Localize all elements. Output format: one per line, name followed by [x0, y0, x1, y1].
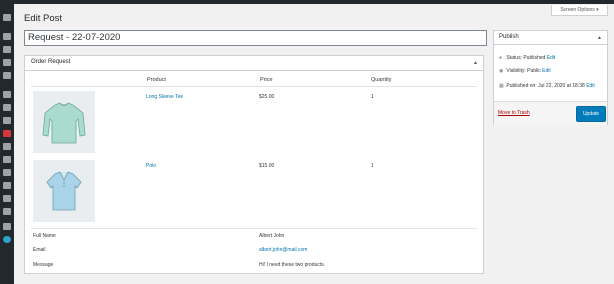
column-quantity: Quantity	[371, 77, 392, 83]
woo-icon[interactable]	[3, 91, 11, 98]
pin-icon: ●	[499, 55, 503, 61]
detail-label-email: Email	[33, 247, 46, 253]
analytics-icon[interactable]	[3, 117, 11, 124]
toggle-arrow-icon[interactable]: ▲	[473, 60, 478, 66]
admin-bar	[0, 0, 614, 4]
collapse-icon[interactable]	[3, 236, 11, 243]
status-label: Status: Published	[506, 55, 546, 61]
post-title-input[interactable]: Request - 22-07-2020	[24, 30, 487, 46]
status-row: ● Status: Published Edit	[499, 55, 555, 61]
price-polo: $15.00	[259, 163, 275, 169]
column-product: Product	[147, 77, 166, 83]
visibility-row: ◉ Visibility: Public Edit	[499, 68, 551, 74]
column-price: Price	[260, 77, 273, 83]
pages-icon[interactable]	[3, 59, 11, 66]
eye-icon: ◉	[499, 68, 504, 74]
polo-shirt-image	[33, 160, 95, 222]
marketing-icon[interactable]	[3, 143, 11, 150]
screen-options-button[interactable]: Screen Options ▾	[551, 5, 608, 16]
publish-title: Publish	[499, 34, 519, 40]
publish-box: Publish ▲ ● Status: Published Edit ◉ Vis…	[493, 30, 608, 125]
quantity-polo: 1	[371, 163, 374, 169]
forms-icon[interactable]	[3, 156, 11, 163]
published-label: Published on: Jul 22, 2020 at 18:38	[506, 83, 585, 89]
comments-icon[interactable]	[3, 72, 11, 79]
order-box-title: Order Request	[31, 59, 71, 65]
product-link-long-sleeve-tee[interactable]: Long Sleeve Tee	[146, 94, 183, 100]
move-to-trash-link[interactable]: Move to Trash	[498, 110, 530, 116]
quantity-long-sleeve-tee: 1	[371, 94, 374, 100]
update-button[interactable]: Update	[576, 106, 606, 122]
toggle-arrow-icon[interactable]: ▲	[597, 35, 602, 41]
settings-icon[interactable]	[3, 223, 11, 230]
dashboard-icon[interactable]	[3, 14, 11, 21]
order-box-header[interactable]: Order Request ▲	[25, 56, 483, 71]
admin-sidebar	[0, 4, 14, 284]
calendar-icon: ▦	[499, 83, 504, 89]
detail-value-email[interactable]: albert.john@mail.com	[259, 247, 307, 253]
price-long-sleeve-tee: $25.00	[259, 94, 275, 100]
long-sleeve-tee-image	[33, 91, 95, 153]
order-request-box: Order Request ▲ Product Price Quantity L…	[24, 55, 484, 274]
plugin-red-icon[interactable]	[3, 130, 11, 137]
detail-label-message: Message	[33, 262, 54, 268]
detail-label-full-name: Full Name	[33, 233, 56, 239]
media-icon[interactable]	[3, 46, 11, 53]
appearance-icon[interactable]	[3, 169, 11, 176]
tools-icon[interactable]	[3, 208, 11, 215]
products-icon[interactable]	[3, 104, 11, 111]
plugins-icon[interactable]	[3, 182, 11, 189]
publish-header[interactable]: Publish ▲	[494, 31, 607, 45]
users-icon[interactable]	[3, 195, 11, 202]
edit-date-link[interactable]: Edit	[586, 83, 595, 89]
details-divider	[31, 228, 477, 229]
page-title: Edit Post	[24, 13, 63, 24]
edit-status-link[interactable]: Edit	[547, 55, 556, 61]
visibility-label: Visibility: Public	[506, 68, 541, 74]
order-table-header: Product Price Quantity	[31, 73, 477, 87]
pin-icon[interactable]	[3, 33, 11, 40]
detail-value-full-name: Albert John	[259, 233, 285, 239]
published-row: ▦ Published on: Jul 22, 2020 at 18:38 Ed…	[499, 82, 603, 90]
product-link-polo[interactable]: Polo	[146, 163, 156, 169]
publish-actions: Move to Trash Update	[494, 101, 607, 125]
detail-value-message: Hi! I need these two products.	[259, 262, 326, 268]
edit-visibility-link[interactable]: Edit	[542, 68, 551, 74]
